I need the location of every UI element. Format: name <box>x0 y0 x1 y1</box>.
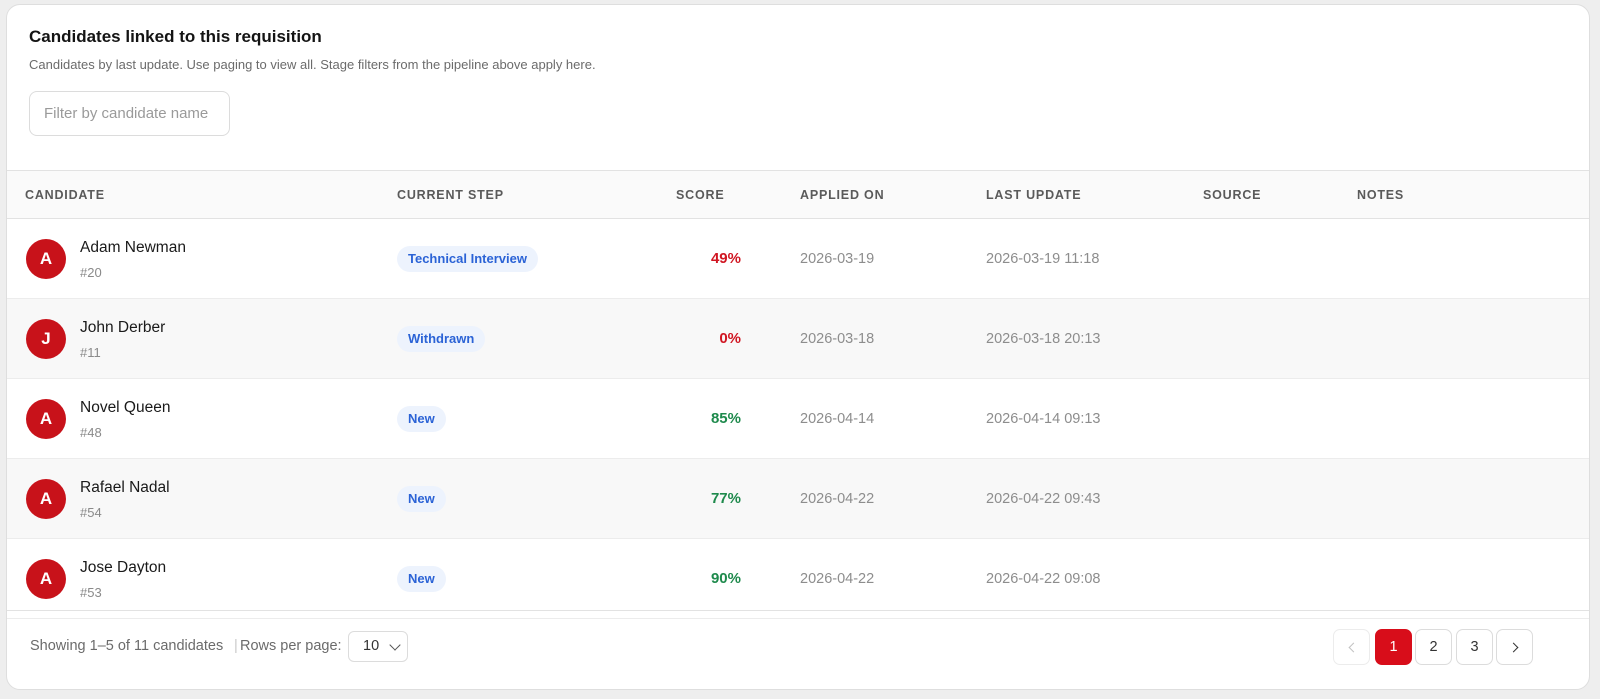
col-header-candidate: CANDIDATE <box>25 188 105 202</box>
candidate-score: 90% <box>710 570 741 587</box>
applied-on-date: 2026-04-22 <box>800 571 875 587</box>
page-button-3[interactable]: 3 <box>1456 629 1493 665</box>
last-update-datetime: 2026-03-19 11:18 <box>986 251 1100 267</box>
col-header-applied-on: APPLIED ON <box>800 188 885 202</box>
candidate-id: #54 <box>80 505 102 520</box>
candidate-filter-input[interactable] <box>29 91 230 136</box>
table-row[interactable]: A Rafael Nadal #54 New 77% 2026-04-22 2026-04-… <box>7 459 1589 539</box>
table-row[interactable]: J John Derber #11 Withdrawn 0% 2026-03-18 2026… <box>7 299 1589 379</box>
avatar: A <box>26 239 66 279</box>
table-header: CANDIDATE CURRENT STEP SCORE APPLIED ON … <box>7 171 1589 219</box>
applied-on-date: 2026-03-18 <box>800 331 875 347</box>
col-header-score: SCORE <box>676 188 725 202</box>
page-button-2[interactable]: 2 <box>1415 629 1452 665</box>
col-header-current-step: CURRENT STEP <box>397 188 504 202</box>
last-update-datetime: 2026-04-22 09:08 <box>986 571 1101 587</box>
last-update-datetime: 2026-03-18 20:13 <box>986 331 1101 347</box>
status-badge: New <box>397 566 446 592</box>
applied-on-date: 2026-04-22 <box>800 491 875 507</box>
showing-count: Showing 1–5 of 11 candidates <box>30 638 224 654</box>
avatar: A <box>26 399 66 439</box>
next-page-button[interactable] <box>1496 629 1533 665</box>
candidate-id: #48 <box>80 425 102 440</box>
card-title: Candidates linked to this requisition <box>29 27 322 46</box>
candidate-name[interactable]: Rafael Nadal <box>80 479 170 497</box>
table-footer: Showing 1–5 of 11 candidates | Rows per … <box>7 610 1589 689</box>
card-subtitle: Candidates by last update. Use paging to… <box>29 57 596 72</box>
last-update-datetime: 2026-04-14 09:13 <box>986 411 1101 427</box>
applied-on-date: 2026-04-14 <box>800 411 875 427</box>
candidate-id: #11 <box>80 345 101 360</box>
candidate-score: 49% <box>710 250 741 267</box>
status-badge: New <box>397 406 446 432</box>
status-badge: Withdrawn <box>397 326 486 352</box>
page-button-1[interactable]: 1 <box>1375 629 1412 665</box>
candidate-id: #20 <box>80 265 102 280</box>
card-header: Candidates linked to this requisition Ca… <box>7 5 1589 136</box>
avatar: A <box>26 559 66 599</box>
candidates-table: CANDIDATE CURRENT STEP SCORE APPLIED ON … <box>7 170 1589 619</box>
candidate-id: #53 <box>80 585 102 600</box>
chevron-left-icon <box>1348 642 1358 652</box>
table-body: A Adam Newman #20 Technical Interview 49% 202… <box>7 219 1589 619</box>
footer-separator: | <box>234 638 238 654</box>
candidate-name[interactable]: Jose Dayton <box>80 559 166 577</box>
chevron-down-icon <box>389 639 401 651</box>
avatar: A <box>26 479 66 519</box>
last-update-datetime: 2026-04-22 09:43 <box>986 491 1101 507</box>
prev-page-button[interactable] <box>1333 629 1370 665</box>
candidate-score: 77% <box>710 490 741 507</box>
candidate-score: 0% <box>719 330 741 347</box>
rows-per-page-value: 10 <box>363 638 380 654</box>
candidate-name[interactable]: Adam Newman <box>80 239 186 257</box>
table-row[interactable]: A Jose Dayton #53 New 90% 2026-04-22 2026-04-2… <box>7 539 1589 619</box>
table-row[interactable]: A Novel Queen #48 New 85% 2026-04-14 2026-04-1… <box>7 379 1589 459</box>
status-badge: Technical Interview <box>397 246 538 272</box>
col-header-notes: NOTES <box>1357 188 1405 202</box>
candidates-card: Candidates linked to this requisition Ca… <box>6 4 1590 690</box>
rows-per-page-select[interactable]: 10 <box>348 631 408 662</box>
status-badge: New <box>397 486 446 512</box>
candidate-name[interactable]: John Derber <box>80 319 165 337</box>
applied-on-date: 2026-03-19 <box>800 251 875 267</box>
candidate-score: 85% <box>710 410 741 427</box>
avatar: J <box>26 319 66 359</box>
col-header-source: SOURCE <box>1203 188 1262 202</box>
chevron-right-icon <box>1508 642 1518 652</box>
rows-per-page-label: Rows per page: <box>240 638 342 654</box>
candidate-name[interactable]: Novel Queen <box>80 399 170 417</box>
table-row[interactable]: A Adam Newman #20 Technical Interview 49% 202… <box>7 219 1589 299</box>
col-header-last-update: LAST UPDATE <box>986 188 1082 202</box>
